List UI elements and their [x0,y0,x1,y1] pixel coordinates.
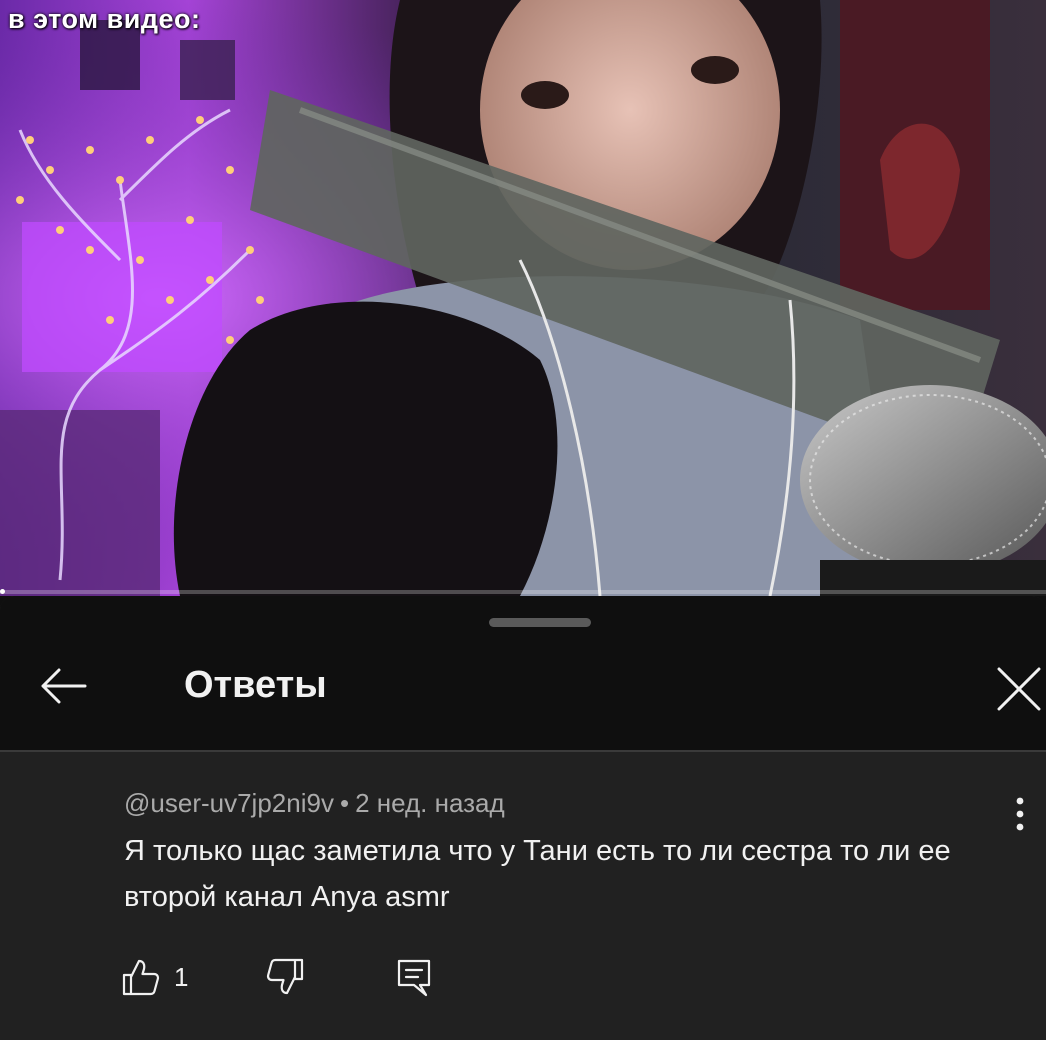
comment-meta: @user-uv7jp2ni9v • 2 нед. назад [124,788,505,819]
comment-time: 2 нед. назад [355,788,505,818]
more-vertical-icon [1016,797,1024,831]
video-progress-bar[interactable] [0,590,1046,594]
replies-header: Ответы [0,596,1046,752]
video-progress-handle[interactable] [0,589,5,594]
replies-panel: Ответы @user-uv7jp2ni9v • 2 нед. назад Я т… [0,596,1046,1040]
video-frame [0,0,1046,596]
comment-author[interactable]: @user-uv7jp2ni9v [124,788,334,818]
like-count: 1 [174,961,189,992]
video-caption: в этом видео: [8,4,201,34]
drag-handle[interactable] [489,618,591,627]
arrow-left-icon [41,668,87,704]
comment-more-button[interactable] [1003,792,1037,836]
comment-text: Я только щас заметила что у Тани есть то… [124,835,951,913]
reply-icon [397,959,431,997]
page-title: Ответы [184,664,327,706]
like-button[interactable]: 1 [120,952,188,1002]
close-icon [997,667,1041,711]
meta-separator: • [339,788,350,818]
dislike-button[interactable] [266,952,306,1002]
video-player[interactable]: в этом видео: [0,0,1046,596]
thumbs-down-icon [266,958,304,995]
thumbs-up-icon [122,959,160,996]
close-button[interactable] [990,660,1046,718]
back-button[interactable] [30,660,96,712]
reply-button[interactable] [394,952,434,1002]
